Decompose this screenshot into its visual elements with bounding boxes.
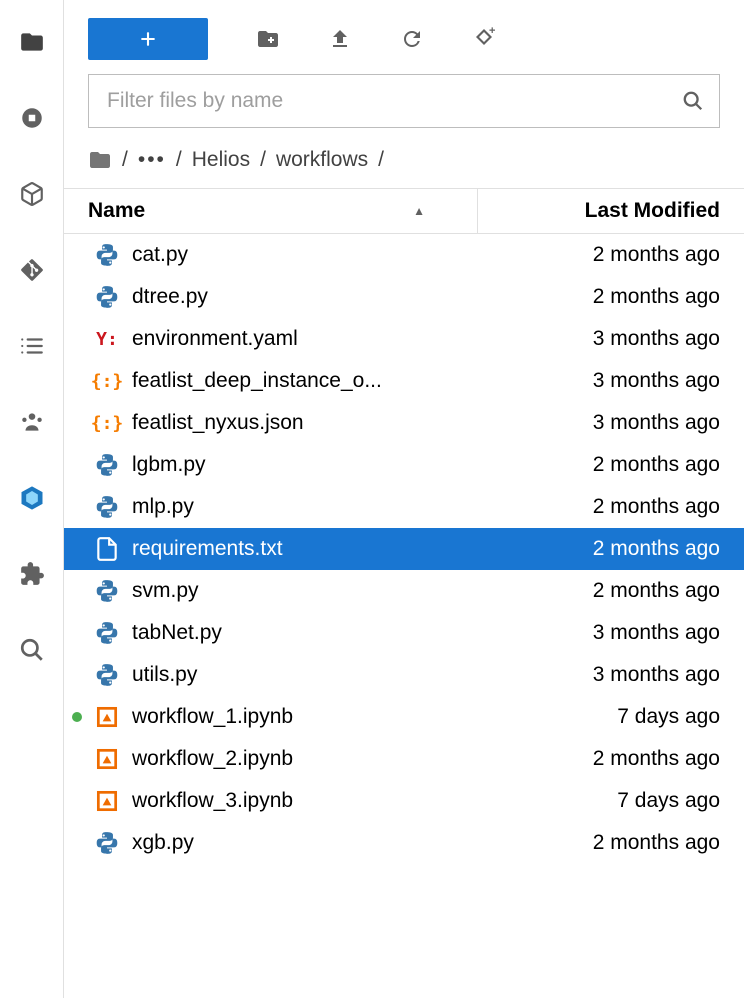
file-row[interactable]: {:} featlist_deep_instance_o...3 months a… <box>64 360 744 402</box>
file-modified: 2 months ago <box>520 495 720 519</box>
breadcrumb: / ••• / Helios / workflows / <box>64 142 744 188</box>
breadcrumb-separator: / <box>176 148 182 172</box>
file-row[interactable]: mlp.py2 months ago <box>64 486 744 528</box>
file-modified: 2 months ago <box>520 579 720 603</box>
file-row[interactable]: workflow_1.ipynb7 days ago <box>64 696 744 738</box>
breadcrumb-separator: / <box>122 148 128 172</box>
folder-icon[interactable] <box>88 148 112 172</box>
file-row[interactable]: dtree.py2 months ago <box>64 276 744 318</box>
python-icon <box>94 662 120 688</box>
column-divider[interactable] <box>477 189 478 233</box>
file-name: lgbm.py <box>132 453 520 477</box>
json-icon: {:} <box>94 410 120 436</box>
git-clone-button[interactable]: + <box>472 27 496 51</box>
file-modified: 3 months ago <box>520 663 720 687</box>
json-icon: {:} <box>94 368 120 394</box>
text-file-icon <box>94 536 120 562</box>
svg-text:+: + <box>489 27 495 37</box>
file-list: cat.py2 months agodtree.py2 months agoY:… <box>64 234 744 998</box>
new-folder-button[interactable] <box>256 27 280 51</box>
breadcrumb-item[interactable]: workflows <box>276 148 368 172</box>
python-icon <box>94 578 120 604</box>
file-row[interactable]: requirements.txt2 months ago <box>64 528 744 570</box>
tab-running[interactable] <box>18 104 46 132</box>
file-name: dtree.py <box>132 285 520 309</box>
file-name: featlist_deep_instance_o... <box>132 369 520 393</box>
breadcrumb-item[interactable]: Helios <box>192 148 250 172</box>
file-name: workflow_1.ipynb <box>132 705 520 729</box>
column-modified-label: Last Modified <box>585 199 720 222</box>
file-name: tabNet.py <box>132 621 520 645</box>
file-modified: 2 months ago <box>520 243 720 267</box>
file-modified: 2 months ago <box>520 453 720 477</box>
upload-button[interactable] <box>328 27 352 51</box>
file-name: cat.py <box>132 243 520 267</box>
file-modified: 3 months ago <box>520 411 720 435</box>
breadcrumb-separator: / <box>260 148 266 172</box>
tab-packages[interactable] <box>18 180 46 208</box>
breadcrumb-ellipsis[interactable]: ••• <box>138 148 166 172</box>
tab-search[interactable] <box>18 636 46 664</box>
python-icon <box>94 242 120 268</box>
file-modified: 7 days ago <box>520 705 720 729</box>
file-row[interactable]: workflow_2.ipynb2 months ago <box>64 738 744 780</box>
file-row[interactable]: tabNet.py3 months ago <box>64 612 744 654</box>
notebook-icon <box>94 746 120 772</box>
file-modified: 3 months ago <box>520 369 720 393</box>
notebook-icon <box>94 788 120 814</box>
file-row[interactable]: lgbm.py2 months ago <box>64 444 744 486</box>
refresh-button[interactable] <box>400 27 424 51</box>
python-icon <box>94 452 120 478</box>
file-modified: 2 months ago <box>520 747 720 771</box>
file-name: requirements.txt <box>132 537 520 561</box>
file-name: workflow_3.ipynb <box>132 789 520 813</box>
tab-toc[interactable] <box>18 332 46 360</box>
activity-bar <box>0 0 64 998</box>
column-modified-header[interactable]: Last Modified <box>490 199 720 223</box>
file-modified: 7 days ago <box>520 789 720 813</box>
python-icon <box>94 620 120 646</box>
running-indicator <box>72 712 82 722</box>
file-row[interactable]: svm.py2 months ago <box>64 570 744 612</box>
tab-git[interactable] <box>18 256 46 284</box>
file-name: svm.py <box>132 579 520 603</box>
file-row[interactable]: {:} featlist_nyxus.json3 months ago <box>64 402 744 444</box>
yaml-icon: Y: <box>94 326 120 352</box>
tab-extensions[interactable] <box>18 560 46 588</box>
file-modified: 2 months ago <box>520 537 720 561</box>
python-icon <box>94 284 120 310</box>
column-name-header[interactable]: Name ▲ <box>88 199 465 223</box>
file-modified: 3 months ago <box>520 327 720 351</box>
file-modified: 3 months ago <box>520 621 720 645</box>
file-modified: 2 months ago <box>520 831 720 855</box>
search-icon <box>682 90 704 112</box>
python-icon <box>94 830 120 856</box>
file-row[interactable]: cat.py2 months ago <box>64 234 744 276</box>
tab-webpack[interactable] <box>18 484 46 512</box>
file-row[interactable]: xgb.py2 months ago <box>64 822 744 864</box>
file-row[interactable]: Y: environment.yaml3 months ago <box>64 318 744 360</box>
filter-input[interactable] <box>88 74 720 128</box>
file-name: environment.yaml <box>132 327 520 351</box>
filter-wrapper <box>88 74 720 128</box>
file-list-header: Name ▲ Last Modified <box>64 188 744 234</box>
new-launcher-button[interactable] <box>88 18 208 60</box>
file-name: mlp.py <box>132 495 520 519</box>
file-name: featlist_nyxus.json <box>132 411 520 435</box>
file-browser-panel: + / ••• / Helios / workflows / Name ▲ La… <box>64 0 744 998</box>
tab-users[interactable] <box>18 408 46 436</box>
tab-files[interactable] <box>18 28 46 56</box>
file-name: xgb.py <box>132 831 520 855</box>
python-icon <box>94 494 120 520</box>
column-name-label: Name <box>88 199 145 223</box>
sort-caret-icon: ▲ <box>413 204 425 218</box>
file-row[interactable]: utils.py3 months ago <box>64 654 744 696</box>
notebook-icon <box>94 704 120 730</box>
file-name: utils.py <box>132 663 520 687</box>
file-name: workflow_2.ipynb <box>132 747 520 771</box>
breadcrumb-separator: / <box>378 148 384 172</box>
file-browser-toolbar: + <box>64 0 744 74</box>
file-row[interactable]: workflow_3.ipynb7 days ago <box>64 780 744 822</box>
file-modified: 2 months ago <box>520 285 720 309</box>
